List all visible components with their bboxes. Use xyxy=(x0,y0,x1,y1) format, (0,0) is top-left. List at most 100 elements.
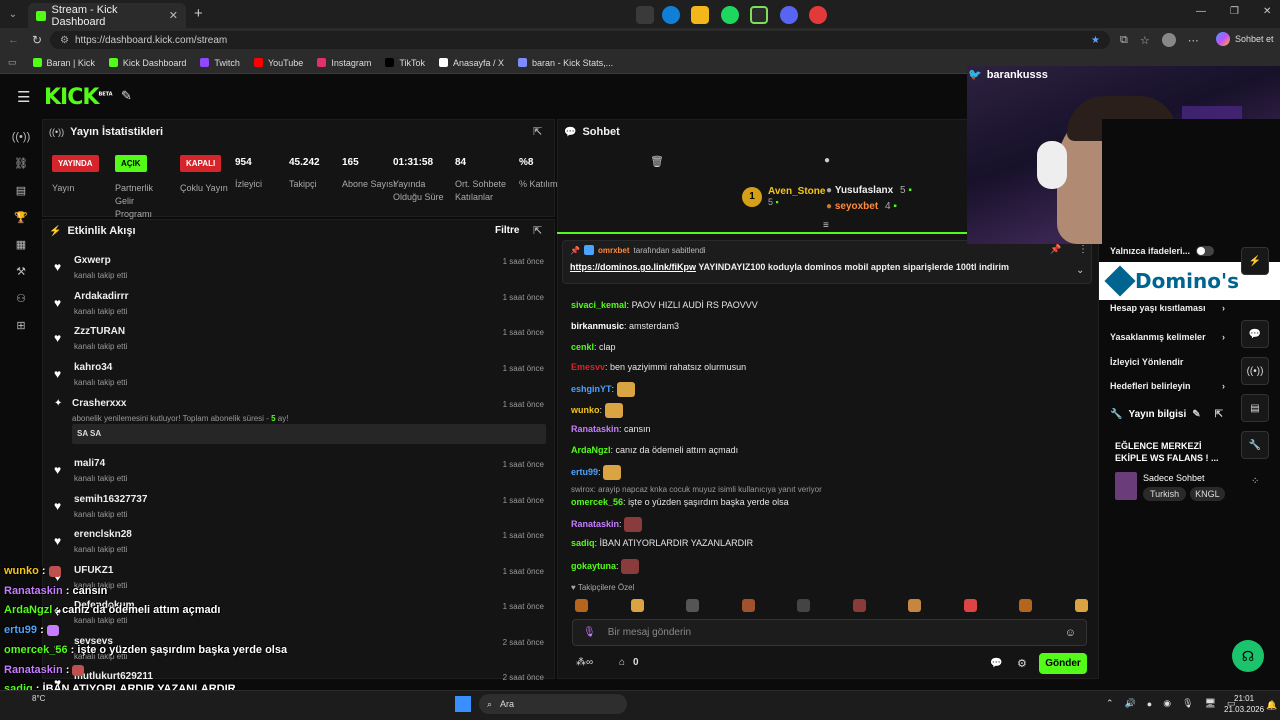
chat-settings-bubble-icon[interactable]: 💬 xyxy=(990,658,1002,669)
bookmark-item[interactable]: Baran | Kick xyxy=(32,58,95,68)
activity-user[interactable]: ZzzTURAN xyxy=(74,326,125,337)
chat-username[interactable]: wunko xyxy=(571,405,600,415)
bookmark-star-icon[interactable]: ★ xyxy=(1091,35,1100,46)
quick-action-more-icon[interactable]: ⁘ xyxy=(1251,476,1259,487)
volume-icon[interactable]: 🔊 xyxy=(1125,698,1136,709)
nav-links-icon[interactable]: ⛓ xyxy=(0,150,42,177)
bookmark-item[interactable]: Twitch xyxy=(200,58,240,68)
side-setting-item[interactable]: Yasaklanmış kelimeler › xyxy=(1110,332,1225,342)
discord-icon[interactable] xyxy=(780,6,798,24)
pinned-by-user[interactable]: omrxbet xyxy=(598,246,630,255)
wifi-icon[interactable]: ◉ xyxy=(1163,698,1171,709)
chat-settings-icon[interactable]: ⚙ xyxy=(1017,657,1027,670)
side-setting-item[interactable]: İzleyici Yönlendir xyxy=(1110,357,1225,367)
chat-username[interactable]: sadiq xyxy=(571,538,595,548)
activity-user[interactable]: semih16327737 xyxy=(74,494,147,505)
bookmark-item[interactable]: Instagram xyxy=(317,58,371,68)
bookmark-item[interactable]: Kick Dashboard xyxy=(108,58,186,68)
trash-icon[interactable]: 🗑 xyxy=(650,155,664,168)
pinned-collapse-icon[interactable]: ⌄ xyxy=(1076,265,1084,276)
nav-analytics-icon[interactable]: ▤ xyxy=(0,177,42,204)
unpin-icon[interactable]: 📌 xyxy=(1050,244,1061,255)
follower-avatar[interactable] xyxy=(852,599,866,612)
minimize-icon[interactable]: — xyxy=(1196,6,1206,17)
quick-action-tools[interactable]: 🔧 xyxy=(1241,431,1269,459)
activity-user[interactable]: Gxwerp xyxy=(74,255,111,266)
nav-trophy-icon[interactable]: 🏆 xyxy=(0,204,42,231)
chat-username[interactable]: Ranataskin xyxy=(571,519,619,529)
maximize-icon[interactable]: ❐ xyxy=(1230,6,1239,17)
chat-username[interactable]: sivaci_kemal xyxy=(571,300,627,310)
follower-avatar[interactable] xyxy=(741,599,755,612)
spotify-icon[interactable] xyxy=(721,6,739,24)
taskbar-search[interactable]: ⌕ Ara xyxy=(479,694,627,714)
tab-actions-icon[interactable]: ▭ xyxy=(8,57,17,68)
favorites-icon[interactable]: ☆ xyxy=(1140,34,1150,47)
activity-user[interactable]: mutlukurt629211 xyxy=(74,671,153,682)
mic-icon[interactable]: 🎙 xyxy=(583,627,596,638)
bookmark-item[interactable]: baran - Kick Stats,... xyxy=(518,58,613,68)
tray-app-icon[interactable]: ● xyxy=(1147,699,1152,709)
nav-community-icon[interactable]: ⚇ xyxy=(0,285,42,312)
filter-button[interactable]: Filtre xyxy=(495,225,519,236)
follower-avatar[interactable] xyxy=(1074,599,1088,612)
back-icon[interactable]: ← xyxy=(8,34,19,46)
quick-action-broadcast[interactable]: ((•)) xyxy=(1241,357,1269,385)
chat-username[interactable]: ertu99 xyxy=(571,467,598,477)
profile-avatar[interactable] xyxy=(1161,33,1176,47)
store-points[interactable]: ⌂ 0 xyxy=(619,657,639,668)
popout-icon[interactable]: ⇱ xyxy=(533,125,542,138)
expand-icon[interactable]: ≡ xyxy=(823,220,829,231)
bookmark-item[interactable]: TikTok xyxy=(385,58,425,68)
channel-points[interactable]: ⁂∞ xyxy=(576,657,593,668)
pinned-link[interactable]: https://dominos.go.link/fiKpw xyxy=(570,262,696,272)
weather-widget[interactable]: 8°C xyxy=(32,694,45,703)
emoji-icon[interactable]: ☺ xyxy=(1065,627,1076,639)
app-icon[interactable] xyxy=(750,6,768,24)
edge-icon[interactable] xyxy=(662,6,680,24)
follower-avatar[interactable] xyxy=(686,599,699,612)
chat-username[interactable]: Emesvv xyxy=(571,362,605,372)
emotes-only-toggle[interactable] xyxy=(1196,246,1215,256)
chat-input[interactable]: 🎙 Bir mesaj gönderin ☺ xyxy=(572,619,1087,646)
activity-user[interactable]: UFUKZ1 xyxy=(74,565,113,576)
chat-username[interactable]: ArdaNgzl xyxy=(571,445,611,455)
chat-username[interactable]: Ranataskin xyxy=(571,424,619,434)
start-icon[interactable] xyxy=(455,696,471,712)
obs-icon[interactable] xyxy=(809,6,827,24)
quick-action-bolt[interactable]: ⚡ xyxy=(1241,247,1269,275)
tray-chevron-icon[interactable]: ⌃ xyxy=(1106,698,1114,709)
tag-chip[interactable]: KNGL xyxy=(1190,487,1225,501)
activity-popout-icon[interactable]: ⇱ xyxy=(533,224,542,237)
pin-tool-icon[interactable]: ✎ xyxy=(121,88,132,104)
copilot-button[interactable]: Sohbet et xyxy=(1216,32,1274,46)
address-bar[interactable]: ⚙ https://dashboard.kick.com/stream ★ xyxy=(50,31,1110,49)
kick-logo[interactable]: KICKBETA xyxy=(44,85,113,110)
bookmark-item[interactable]: Anasayfa / X xyxy=(439,58,504,68)
chat-username[interactable]: eshginYT xyxy=(571,384,612,394)
activity-user[interactable]: kahro34 xyxy=(74,362,112,373)
category-name[interactable]: Sadece Sohbet xyxy=(1143,473,1205,483)
menu-icon[interactable]: ☰ xyxy=(17,88,30,106)
activity-user[interactable]: erenclskn28 xyxy=(74,529,132,540)
chat-username[interactable]: cenkl xyxy=(571,342,594,352)
leader2-name[interactable]: Yusufaslanx xyxy=(835,185,893,196)
tab-list-chevron-icon[interactable]: ⌄ xyxy=(4,6,22,22)
nav-library-icon[interactable]: ▦ xyxy=(0,231,42,258)
edit-icon[interactable]: ✎ xyxy=(1192,409,1200,420)
info-popout-icon[interactable]: ⇱ xyxy=(1215,409,1223,420)
network-icon[interactable]: 🖥 xyxy=(1205,698,1216,709)
quick-action-chat[interactable]: 💬 xyxy=(1241,320,1269,348)
mic-tray-icon[interactable]: 🎙 xyxy=(1182,698,1193,709)
close-tab-icon[interactable]: ✕ xyxy=(169,9,178,22)
chat-mode-icon[interactable]: ● xyxy=(824,155,830,166)
task-view-icon[interactable] xyxy=(636,6,654,24)
site-info-icon[interactable]: ⚙ xyxy=(60,35,69,46)
chat-username[interactable]: gokaytuna xyxy=(571,561,616,571)
extensions-icon[interactable]: ⧉ xyxy=(1120,34,1128,47)
sub-user[interactable]: Crasherxxx xyxy=(72,398,126,409)
side-setting-item[interactable]: Hesap yaşı kısıtlaması › xyxy=(1110,303,1225,313)
leader-name[interactable]: Aven_Stone xyxy=(768,186,825,197)
pinned-more-icon[interactable]: ⋮ xyxy=(1078,244,1088,255)
notification-icon[interactable]: 🔔 xyxy=(1266,700,1277,711)
